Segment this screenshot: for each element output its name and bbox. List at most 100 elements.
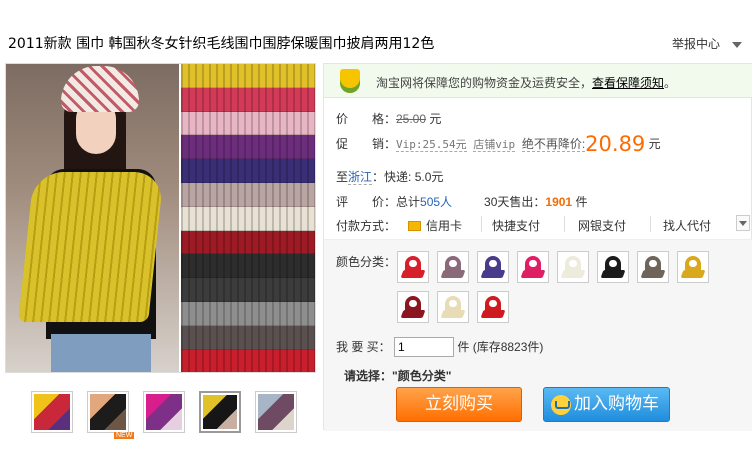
scarf-icon xyxy=(405,296,421,318)
price-label: 价 格： xyxy=(336,112,397,126)
cart-icon xyxy=(551,395,571,415)
color-swatch[interactable] xyxy=(637,251,669,283)
scarf-icon xyxy=(525,256,541,278)
model-photo xyxy=(6,64,179,372)
review-row: 评 价：总计505人 30天售出：1901 件 xyxy=(336,193,587,210)
color-swatch[interactable] xyxy=(597,251,629,283)
knit-stripe xyxy=(181,135,315,160)
payment-ebank[interactable]: 网银支付 xyxy=(578,217,626,234)
security-suffix: 。 xyxy=(664,76,677,90)
promo-label: 促 销： xyxy=(336,137,397,151)
divider xyxy=(481,216,482,232)
model-scarf xyxy=(18,172,164,322)
promo-row: 促 销：Vip:25.54元 店铺vip 绝不再降价:20.89 元 xyxy=(336,132,661,156)
review-total-prefix: 总计 xyxy=(396,195,421,209)
knit-stripe xyxy=(181,182,315,207)
scarf-icon xyxy=(445,296,461,318)
scarf-icon xyxy=(485,296,501,318)
color-swatch[interactable] xyxy=(437,291,469,323)
knit-stripe xyxy=(181,230,315,255)
scarf-color-stack xyxy=(181,64,315,372)
color-swatch[interactable] xyxy=(477,251,509,283)
thumbnail-5[interactable] xyxy=(255,391,297,433)
scarf-icon xyxy=(565,256,581,278)
product-info-panel: 淘宝网将保障您的购物资金及运费安全，查看保障须知。 价 格：25.00 元 促 … xyxy=(323,63,752,431)
shipping-to: 至 xyxy=(336,170,349,184)
thumbnail-strip: NEW xyxy=(31,391,297,439)
knit-stripe xyxy=(181,206,315,231)
report-center-label[interactable]: 举报中心 xyxy=(672,37,720,51)
credit-card-icon xyxy=(408,221,421,231)
shield-icon xyxy=(340,69,360,93)
model-hat xyxy=(61,66,139,112)
knit-stripe xyxy=(181,159,315,183)
knit-stripe xyxy=(181,278,315,302)
purchase-options: 颜色分类： 我 要 买： 件 (库存8823件) 请选择："颜色分类" 立刻购买… xyxy=(324,239,752,431)
main-product-image xyxy=(5,63,316,373)
security-link[interactable]: 查看保障须知 xyxy=(592,76,664,90)
thumbnail-image xyxy=(34,394,70,430)
sold-label: 30天售出： xyxy=(484,195,546,209)
shipping-row: 至浙江：快递: 5.0元 xyxy=(336,168,443,185)
color-swatch[interactable] xyxy=(517,251,549,283)
knit-stripe xyxy=(181,325,315,350)
payment-express[interactable]: 快捷支付 xyxy=(492,217,540,234)
security-notice: 淘宝网将保障您的购物资金及运费安全，查看保障须知。 xyxy=(324,64,752,98)
payment-credit-card[interactable]: 信用卡 xyxy=(408,217,462,234)
knit-stripe xyxy=(181,64,315,88)
thumbnail-3[interactable] xyxy=(143,391,185,433)
color-swatch[interactable] xyxy=(397,291,429,323)
quantity-input[interactable] xyxy=(394,337,455,357)
quantity-row: 我 要 买： 件 (库存8823件) xyxy=(336,337,543,357)
no-drop-label[interactable]: 绝不再降价: xyxy=(521,137,586,152)
color-swatch[interactable] xyxy=(477,291,509,323)
color-label: 颜色分类： xyxy=(336,255,397,269)
thumbnail-image xyxy=(203,395,237,429)
thumbnail-4[interactable] xyxy=(199,391,241,433)
payment-methods: 付款方式： 信用卡 快捷支付 网银支付 找人代付 xyxy=(324,211,752,237)
knit-stripe xyxy=(181,87,315,112)
security-text: 淘宝网将保障您的购物资金及运费安全，查看保障须知。 xyxy=(376,74,676,91)
color-swatch[interactable] xyxy=(557,251,589,283)
color-swatch[interactable] xyxy=(677,251,709,283)
thumbnail-image xyxy=(258,394,294,430)
vip-price[interactable]: Vip:25.54元 xyxy=(396,138,467,152)
price-row: 价 格：25.00 元 xyxy=(336,110,441,127)
buy-now-button[interactable]: 立刻购买 xyxy=(396,387,522,422)
promo-price: 20.89 xyxy=(585,132,646,156)
promo-unit: 元 xyxy=(648,137,661,151)
shipping-fee: ：快递: 5.0元 xyxy=(372,170,444,184)
thumbnail-image xyxy=(146,394,182,430)
report-center-link[interactable]: 举报中心 xyxy=(672,35,743,52)
thumbnail-1[interactable] xyxy=(31,391,73,433)
divider xyxy=(650,216,651,232)
color-swatch[interactable] xyxy=(397,251,429,283)
quantity-label: 我 要 买： xyxy=(336,340,391,354)
original-price: 25.00 xyxy=(396,112,427,126)
divider xyxy=(564,216,565,232)
review-label: 评 价： xyxy=(336,195,397,209)
chevron-down-icon[interactable] xyxy=(736,215,750,231)
sold-unit: 件 xyxy=(575,195,588,209)
add-to-cart-button[interactable]: 加入购物车 xyxy=(543,387,670,422)
payment-proxy[interactable]: 找人代付 xyxy=(663,217,711,234)
review-count-link[interactable]: 505人 xyxy=(420,195,452,209)
chevron-down-icon[interactable] xyxy=(732,41,743,48)
thumbnail-image xyxy=(90,394,126,430)
scarf-icon xyxy=(645,256,661,278)
color-swatch[interactable] xyxy=(437,251,469,283)
payment-credit-card-label[interactable]: 信用卡 xyxy=(426,219,462,233)
knit-stripe xyxy=(181,111,315,136)
region-selector[interactable]: 浙江 xyxy=(348,170,373,185)
scarf-icon xyxy=(685,256,701,278)
scarf-icon xyxy=(485,256,501,278)
new-badge: NEW xyxy=(114,432,135,439)
product-title: 2011新款 围巾 韩国秋冬女针织毛线围巾围脖保暖围巾披肩两用12色 xyxy=(8,36,435,52)
price-unit: 元 xyxy=(429,112,442,126)
add-to-cart-label[interactable]: 加入购物车 xyxy=(574,394,659,414)
thumbnail-2[interactable]: NEW xyxy=(87,391,135,439)
scarf-icon xyxy=(605,256,621,278)
payment-label: 付款方式： xyxy=(336,219,397,233)
stock-text: 件 (库存8823件) xyxy=(457,340,544,354)
store-vip[interactable]: 店铺vip xyxy=(473,138,516,152)
